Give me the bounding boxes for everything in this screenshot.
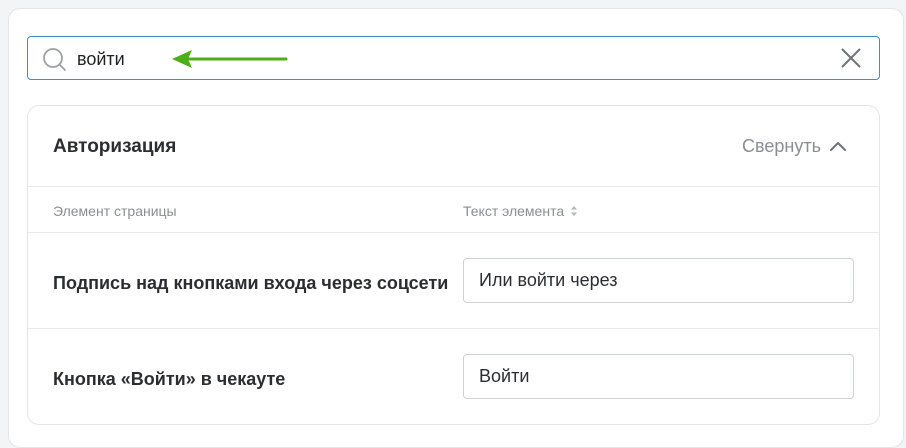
close-icon[interactable] [839,46,863,70]
row-label: Подпись над кнопками входа через соцсети [53,273,449,293]
table-row: Подпись над кнопками входа через соцсети [28,233,879,329]
arrow-left-icon [172,50,288,68]
column-header-text-label: Текст элемента [463,203,565,219]
section-title: Авторизация [53,136,177,157]
search-field[interactable]: войти [27,36,880,80]
section-header: Авторизация Свернуть [28,106,879,187]
search-icon [43,48,66,71]
collapse-button[interactable]: Свернуть [742,136,847,157]
chevron-up-icon [830,141,846,151]
column-header-text[interactable]: Текст элемента [463,203,578,219]
column-header-element: Элемент страницы [53,203,177,219]
search-input[interactable]: войти [77,48,125,70]
element-text-field[interactable] [463,354,854,399]
row-label: Кнопка «Войти» в чекауте [53,369,286,389]
sort-icon [571,206,578,216]
collapse-label: Свернуть [742,136,821,156]
table-header: Элемент страницы Текст элемента [28,187,879,233]
element-text-field[interactable] [463,258,854,303]
table-row: Кнопка «Войти» в чекауте [28,329,879,424]
section-card: Авторизация Свернуть Элемент страницы Те… [27,105,880,425]
